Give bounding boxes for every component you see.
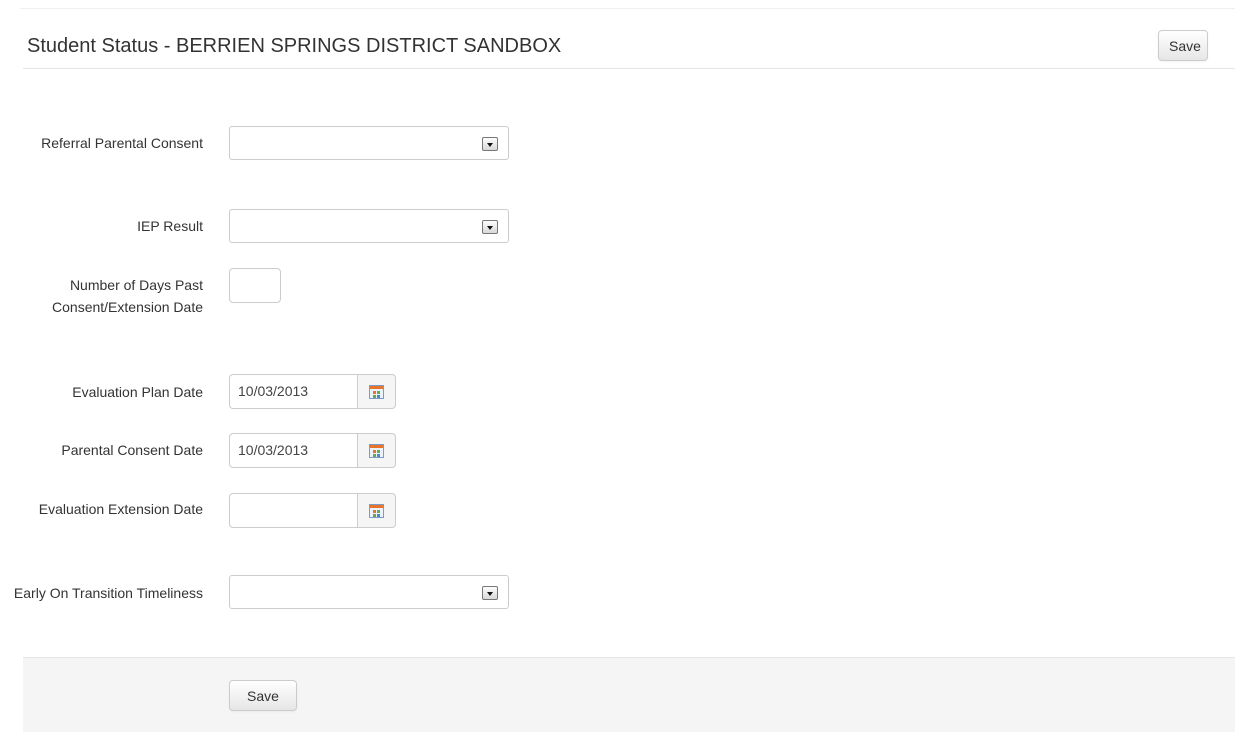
parental-consent-date-label: Parental Consent Date [61,442,203,458]
parental-consent-date-picker-button[interactable] [357,433,396,468]
parental-consent-date-field: 10/03/2013 [229,433,396,468]
iep-result-label: IEP Result [137,218,203,234]
calendar-icon [369,385,384,399]
referral-parental-consent-label: Referral Parental Consent [41,135,203,151]
evaluation-plan-date-label: Evaluation Plan Date [72,384,203,400]
save-button-top[interactable]: Save [1158,30,1208,61]
early-on-transition-select[interactable] [229,575,509,609]
calendar-icon [369,504,384,518]
page-header: Student Status - BERRIEN SPRINGS DISTRIC… [23,28,1235,69]
days-past-consent-input[interactable] [229,268,281,303]
page-title: Student Status - BERRIEN SPRINGS DISTRIC… [27,35,562,57]
parental-consent-date-input[interactable]: 10/03/2013 [229,433,357,468]
evaluation-extension-date-label: Evaluation Extension Date [38,501,203,517]
evaluation-extension-date-picker-button[interactable] [357,493,396,528]
save-button-bottom[interactable]: Save [229,680,297,711]
evaluation-plan-date-picker-button[interactable] [357,374,396,409]
dropdown-arrow-icon[interactable] [482,586,498,600]
early-on-transition-label: Early On Transition Timeliness [13,585,203,601]
dropdown-arrow-icon[interactable] [482,220,498,234]
dropdown-arrow-icon[interactable] [482,137,498,151]
days-past-consent-label: Number of Days Past Consent/Extension Da… [52,277,203,315]
form-footer [23,657,1235,732]
evaluation-plan-date-input[interactable]: 10/03/2013 [229,374,357,409]
iep-result-select[interactable] [229,209,509,243]
evaluation-extension-date-input[interactable] [229,493,357,528]
evaluation-extension-date-field [229,493,396,528]
calendar-icon [369,444,384,458]
evaluation-plan-date-field: 10/03/2013 [229,374,396,409]
top-divider [20,8,1235,9]
referral-parental-consent-select[interactable] [229,126,509,160]
